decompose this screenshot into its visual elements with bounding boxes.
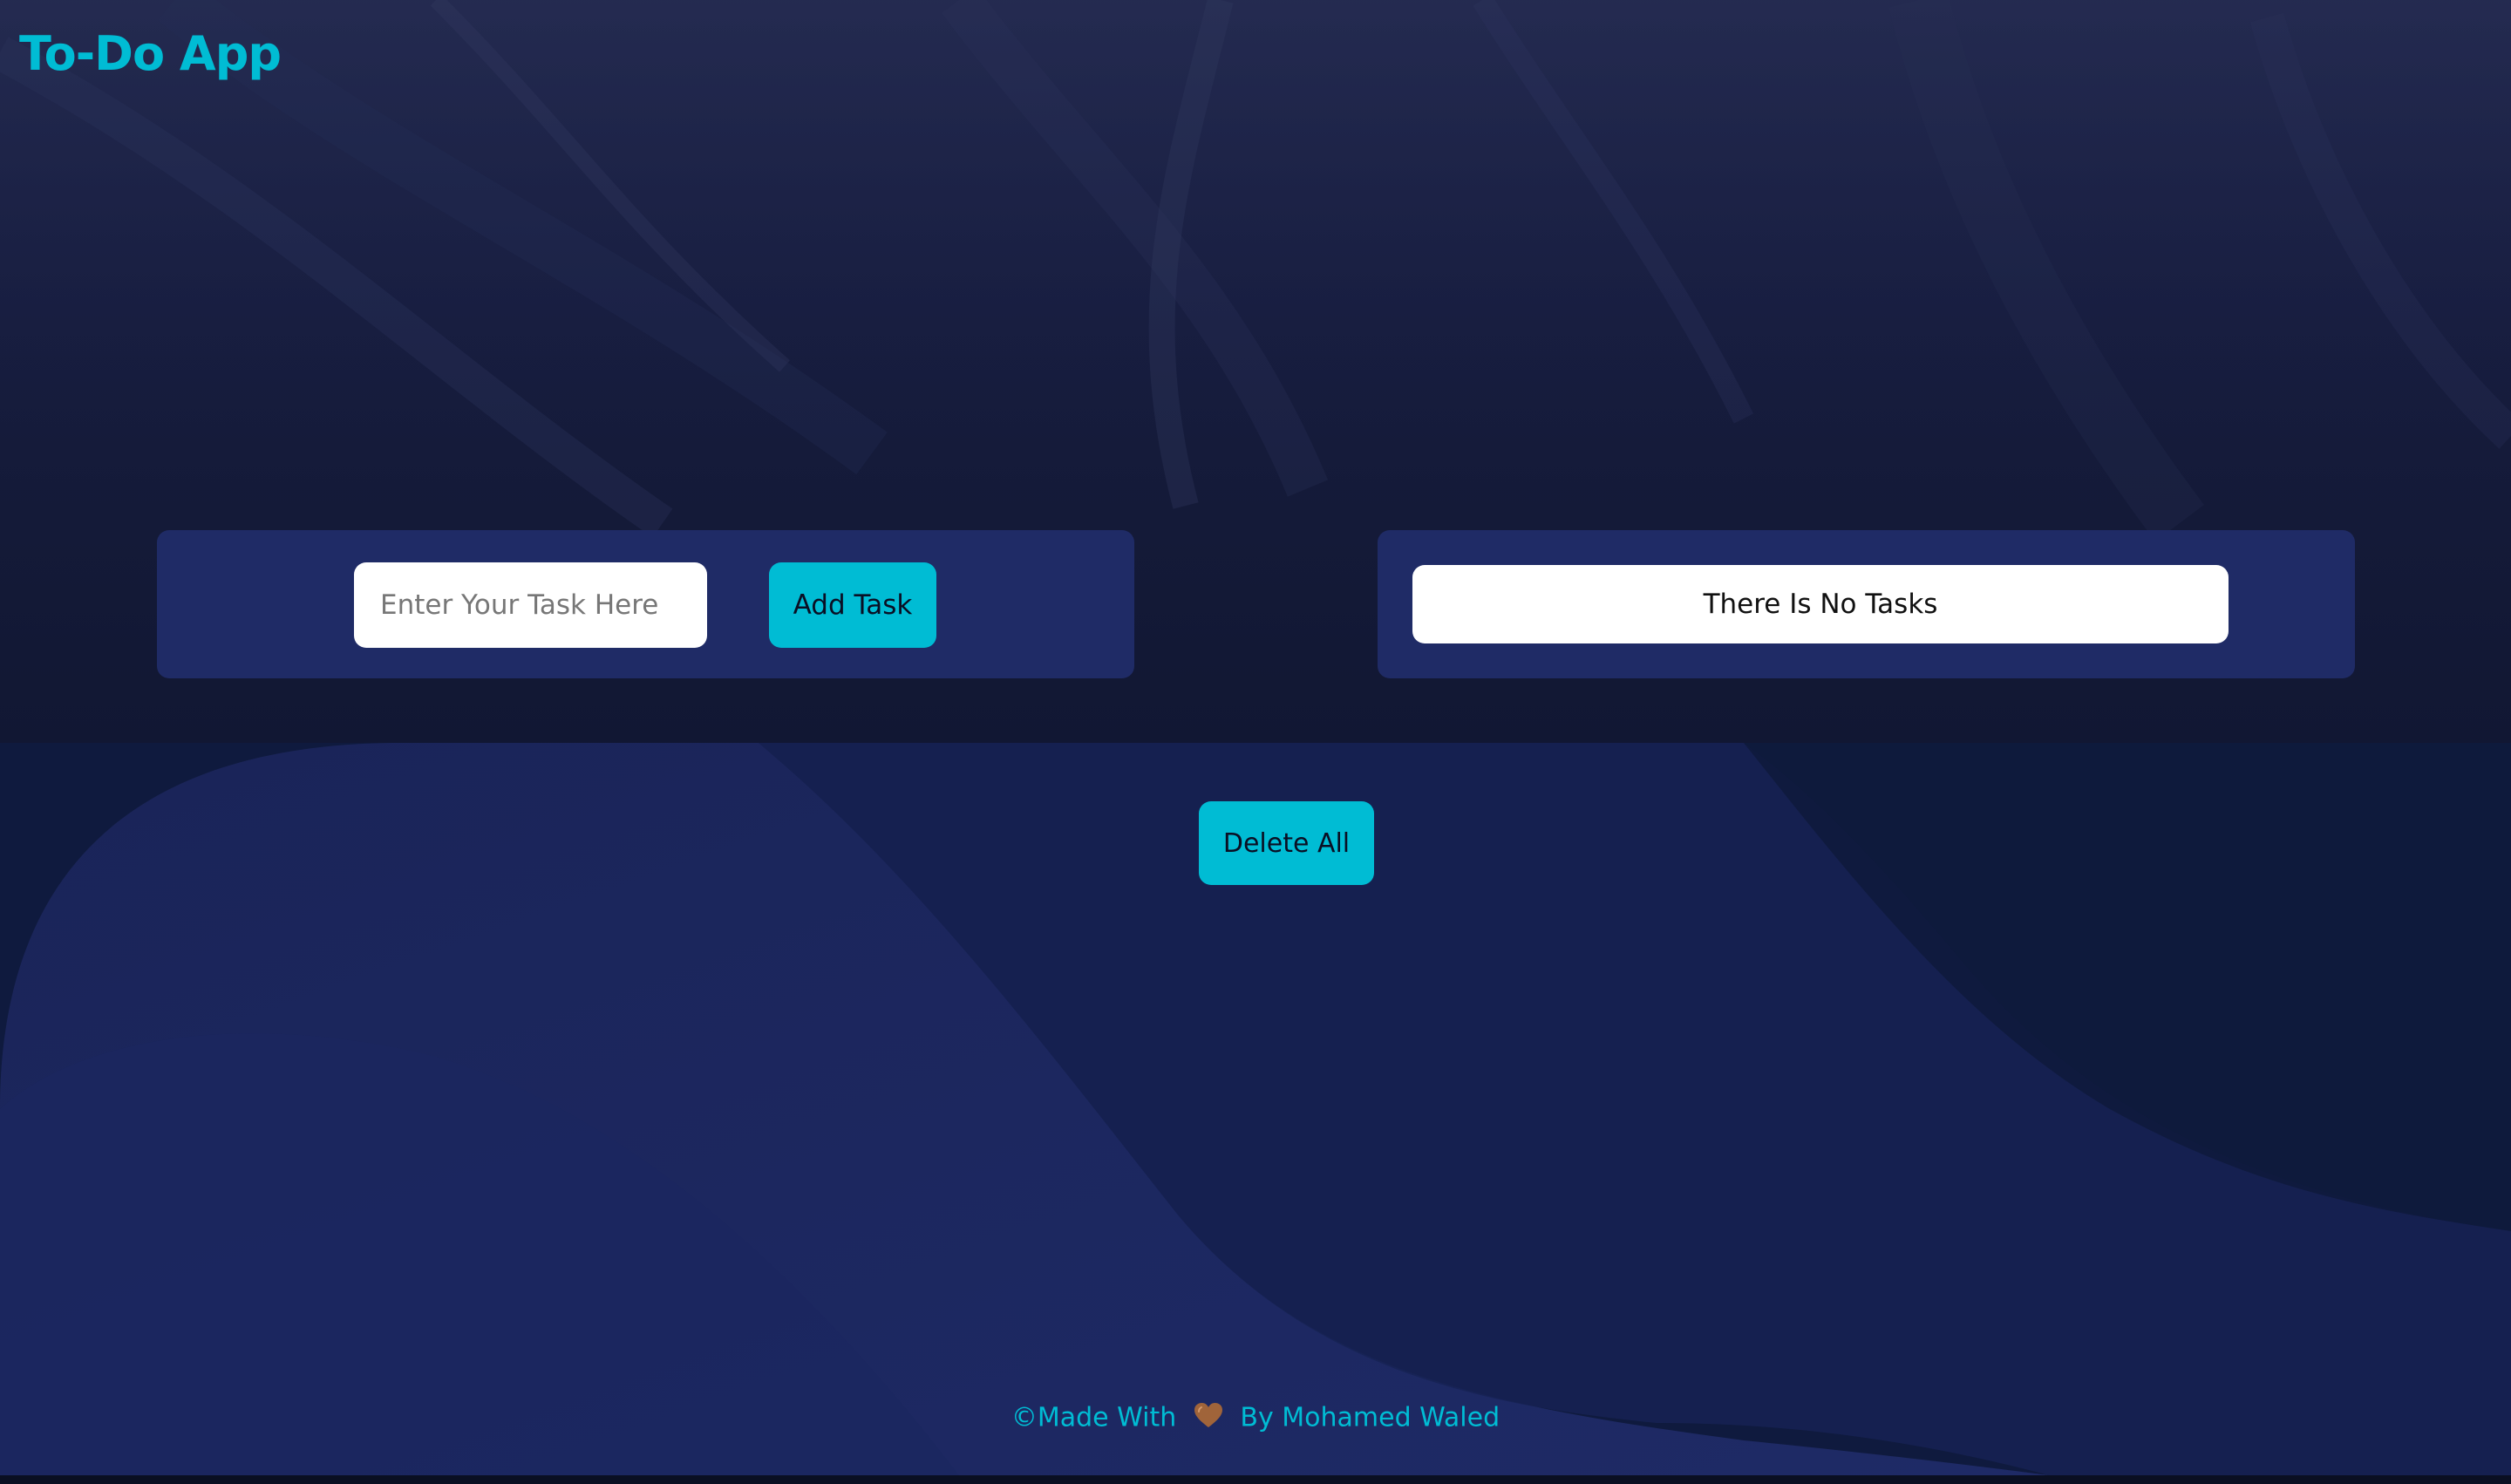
heart-icon xyxy=(1194,1402,1223,1435)
bottom-edge xyxy=(0,1475,2511,1484)
app-title: To-Do App xyxy=(19,26,282,81)
footer-credit: ©Made With By Mohamed Waled xyxy=(0,1402,2511,1435)
bottom-section: Delete All ©Made With By Mohamed Waled xyxy=(0,743,2511,1475)
footer-prefix: ©Made With xyxy=(1011,1402,1177,1433)
empty-tasks-message: There Is No Tasks xyxy=(1412,565,2229,643)
task-input[interactable] xyxy=(354,562,707,648)
footer-author: By Mohamed Waled xyxy=(1240,1402,1500,1433)
task-form-panel: Add Task xyxy=(157,530,1134,678)
add-task-button[interactable]: Add Task xyxy=(769,562,936,648)
page: To-Do App Add Task There Is No Tasks xyxy=(0,0,2511,1484)
delete-all-button[interactable]: Delete All xyxy=(1199,801,1374,885)
hero-section: To-Do App Add Task There Is No Tasks xyxy=(0,0,2511,743)
tasks-panel: There Is No Tasks xyxy=(1378,530,2355,678)
